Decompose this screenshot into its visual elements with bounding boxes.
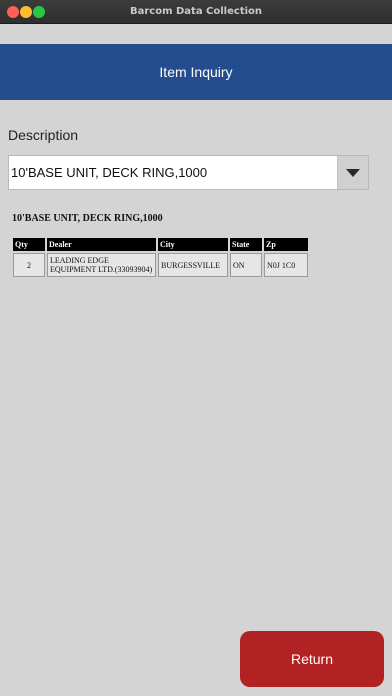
column-header-dealer: Dealer [47, 238, 156, 251]
cell-state: ON [230, 253, 262, 277]
window-titlebar: Barcom Data Collection [0, 0, 392, 24]
table-row: 2 LEADING EDGE EQUIPMENT LTD.(33093904) … [13, 253, 308, 277]
results-table: Qty Dealer City State Zp 2 LEADING EDGE … [11, 236, 310, 279]
description-dropdown[interactable]: 10'BASE UNIT, DECK RING,1000 [8, 155, 369, 190]
item-title: 10'BASE UNIT, DECK RING,1000 [12, 213, 163, 224]
column-header-qty: Qty [13, 238, 45, 251]
cell-city: BURGESSVILLE [158, 253, 228, 277]
cell-zip: N0J 1C0 [264, 253, 308, 277]
description-label: Description [8, 127, 79, 143]
return-button[interactable]: Return [240, 631, 384, 687]
chevron-down-icon [346, 169, 360, 177]
description-selected-value: 10'BASE UNIT, DECK RING,1000 [11, 165, 208, 180]
dropdown-toggle-button[interactable] [337, 156, 368, 189]
column-header-state: State [230, 238, 262, 251]
column-header-zip: Zp [264, 238, 308, 251]
table-header-row: Qty Dealer City State Zp [13, 238, 308, 251]
header-bar: Item Inquiry [0, 44, 392, 100]
page-title: Item Inquiry [159, 64, 233, 80]
window-title: Barcom Data Collection [129, 6, 263, 17]
column-header-city: City [158, 238, 228, 251]
cell-dealer: LEADING EDGE EQUIPMENT LTD.(33093904) [47, 253, 156, 277]
cell-qty: 2 [13, 253, 45, 277]
